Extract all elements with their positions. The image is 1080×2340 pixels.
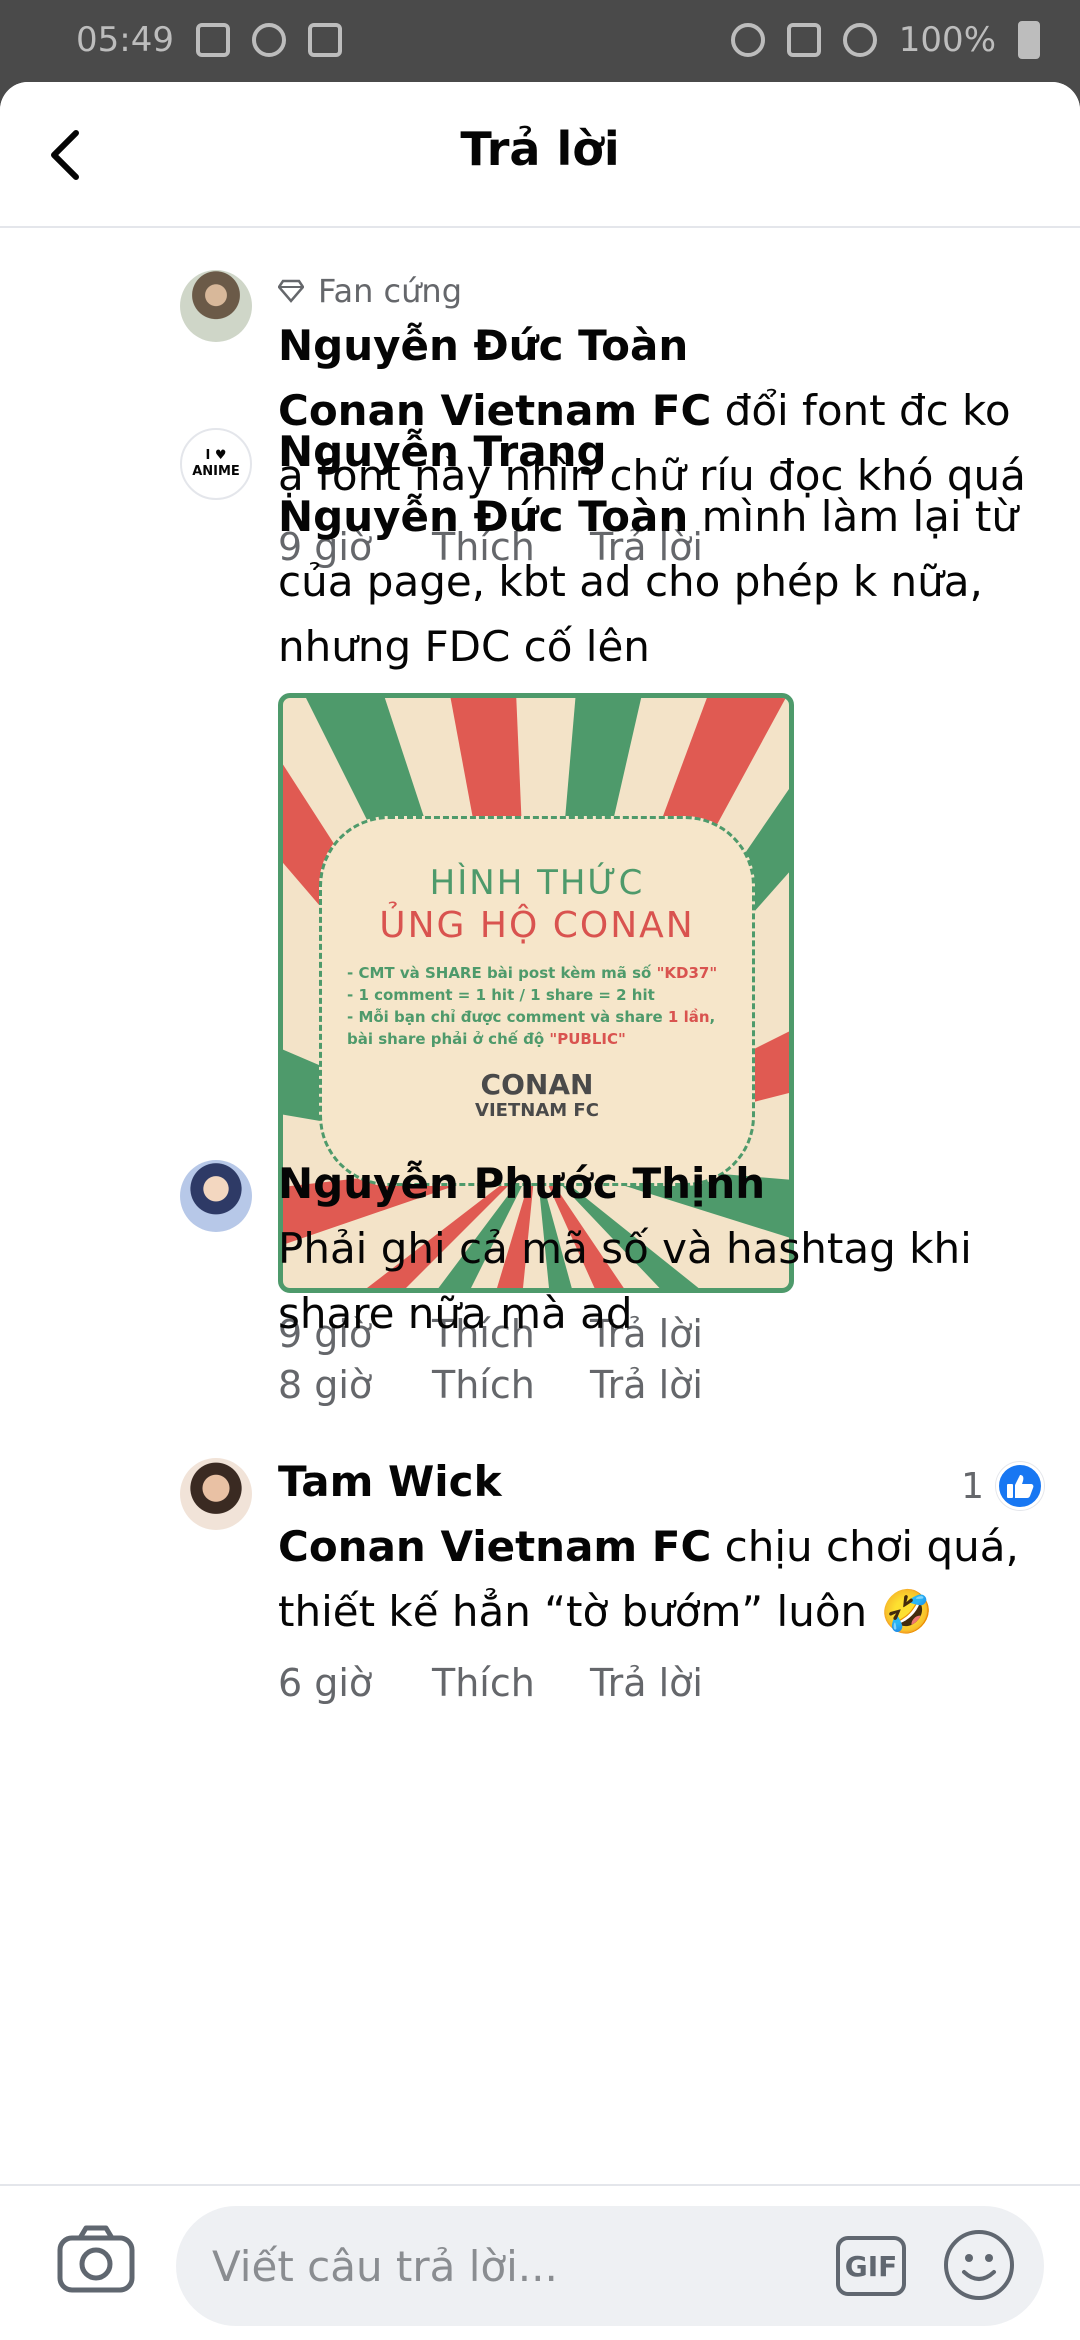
poster-title-1: HÌNH THỨC <box>429 863 645 903</box>
comment-actions: 6 giờ Thích Trả lời <box>278 1650 1038 1716</box>
comment-text: Conan Vietnam FC chịu chơi quá, thiết kế… <box>278 1514 1038 1644</box>
avatar-text: I ♥ ANIME <box>192 448 240 479</box>
poster-logo: CONAN VIETNAM FC <box>475 1071 599 1124</box>
comment-text: Phải ghi cả mã số và hashtag khi share n… <box>278 1224 972 1338</box>
like-button[interactable]: Thích <box>432 1363 590 1407</box>
do-not-disturb-icon <box>251 23 286 57</box>
emoji-button[interactable] <box>944 2230 1014 2300</box>
avatar[interactable] <box>180 270 252 342</box>
comment-author[interactable]: Nguyễn Đức Toàn <box>278 314 1038 378</box>
status-bar: 05:49 100% <box>0 0 1080 80</box>
poster-plate: HÌNH THỨC ỦNG HỘ CONAN - CMT và SHARE bà… <box>319 816 755 1186</box>
avatar[interactable] <box>180 1458 252 1530</box>
reply-input[interactable] <box>176 2206 1044 2326</box>
avatar[interactable] <box>180 1160 252 1232</box>
camera-button[interactable] <box>56 2224 136 2294</box>
reply-composer: GIF <box>0 2184 1080 2340</box>
badge-label: Fan cứng <box>318 272 462 310</box>
reply-button[interactable]: Trả lời <box>590 1363 703 1407</box>
mention-link[interactable]: Conan Vietnam FC <box>278 1522 711 1571</box>
fan-badge: Fan cứng <box>278 268 1038 314</box>
like-button[interactable]: Thích <box>432 1661 590 1705</box>
comment-author[interactable]: Tam Wick <box>278 1450 1038 1514</box>
status-time: 05:49 <box>76 20 174 60</box>
poster-rule-3-public: "PUBLIC" <box>549 1030 626 1048</box>
gallery-icon <box>195 23 230 57</box>
poster-title-2: ỦNG HỘ CONAN <box>379 905 695 946</box>
comment-actions: 8 giờ Thích Trả lời <box>278 1352 1038 1418</box>
page-title: Trả lời <box>460 122 620 176</box>
status-right: 100% <box>730 20 1040 60</box>
wifi-icon <box>842 23 877 57</box>
comment-time: 6 giờ <box>278 1661 373 1705</box>
mention-link[interactable]: Nguyễn Đức Toàn <box>278 492 688 541</box>
poster-rule-3: - Mỗi bạn chỉ được comment và share 1 lầ… <box>347 1006 727 1050</box>
battery-icon <box>1018 21 1040 59</box>
mute-icon <box>786 23 821 57</box>
status-left: 05:49 <box>76 20 342 60</box>
reply-sheet: Trả lời 9 giờ Thích Trả lời Fan cứng Ngu… <box>0 82 1080 2340</box>
gif-button[interactable]: GIF <box>836 2236 906 2296</box>
poster-rule-1: - CMT và SHARE bài post kèm mã số "KD37" <box>347 962 727 984</box>
comment-text: Nguyễn Đức Toàn mình làm lại từ của page… <box>278 484 1038 679</box>
diamond-icon <box>278 279 304 303</box>
comment-body: Tam Wick Conan Vietnam FC chịu chơi quá,… <box>278 1450 1038 1716</box>
checkbox-notification-icon <box>307 23 342 57</box>
poster-rule-2: - 1 comment = 1 hit / 1 share = 2 hit <box>347 986 655 1004</box>
poster-rule-1-text: - CMT và SHARE bài post kèm mã số <box>347 964 657 982</box>
avatar[interactable]: I ♥ ANIME <box>180 428 252 500</box>
comment-author[interactable]: Nguyễn Trang <box>278 420 1038 484</box>
comment-body: Nguyễn Phước Thịnh Phải ghi cả mã số và … <box>278 1152 1038 1418</box>
poster-code: "KD37" <box>656 964 718 982</box>
comment-time: 8 giờ <box>278 1363 373 1407</box>
poster-logo-sub: VIETNAM FC <box>475 1100 599 1121</box>
poster-rule-3-text: - Mỗi bạn chỉ được comment và share <box>347 1008 668 1026</box>
smiley-icon <box>962 2254 996 2281</box>
reply-button[interactable]: Trả lời <box>590 1661 703 1705</box>
camera-icon <box>57 2225 135 2293</box>
alarm-icon <box>730 23 765 57</box>
poster-logo-name: CONAN <box>480 1068 594 1101</box>
header: Trả lời <box>0 82 1080 228</box>
poster-rule-3-limit: 1 lần <box>667 1008 710 1026</box>
battery-percent: 100% <box>898 20 996 60</box>
comment-author[interactable]: Nguyễn Phước Thịnh <box>278 1152 1038 1216</box>
poster-rules: - CMT và SHARE bài post kèm mã số "KD37"… <box>347 962 727 1050</box>
